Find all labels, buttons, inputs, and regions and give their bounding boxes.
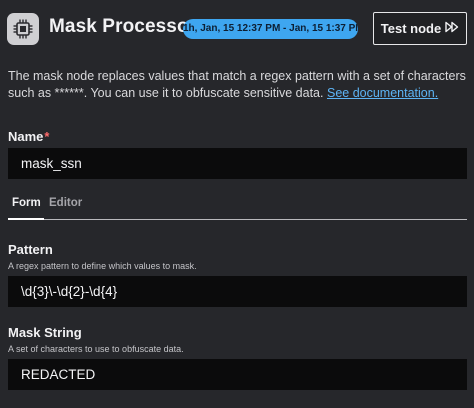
name-label-text: Name [8,129,44,144]
tab-form[interactable]: Form [12,197,41,209]
pattern-field-hint: A regex pattern to define which values t… [8,261,197,271]
cpu-chip-icon [7,13,39,45]
active-tab-indicator [8,218,44,220]
test-node-button[interactable]: Test node [373,12,467,45]
test-node-button-label: Test node [380,21,442,36]
mask-string-input[interactable]: REDACTED [8,359,467,390]
name-input[interactable]: mask_ssn [8,148,467,179]
node-header: Mask Processor 1h, Jan, 15 12:37 PM - Ja… [0,0,474,58]
mask-string-field-hint: A set of characters to use to obfuscate … [8,344,184,354]
pattern-field-label: Pattern [8,242,53,257]
node-title: Mask Processor [49,16,197,37]
see-documentation-link[interactable]: See documentation. [327,86,438,100]
node-editor-panel: Mask Processor 1h, Jan, 15 12:37 PM - Ja… [0,0,474,408]
tab-editor[interactable]: Editor [49,197,82,209]
form-editor-tabs: Form Editor [8,197,467,221]
tabs-divider [8,219,467,220]
fast-forward-icon [445,21,459,36]
node-description: The mask node replaces values that match… [8,68,468,102]
required-marker: * [44,129,50,144]
time-range-badge[interactable]: 1h, Jan, 15 12:37 PM - Jan, 15 1:37 PM [183,19,358,39]
mask-string-field-label: Mask String [8,325,82,340]
pattern-input[interactable]: \d{3}\-\d{2}-\d{4} [8,276,467,307]
name-field-label: Name* [8,129,49,144]
